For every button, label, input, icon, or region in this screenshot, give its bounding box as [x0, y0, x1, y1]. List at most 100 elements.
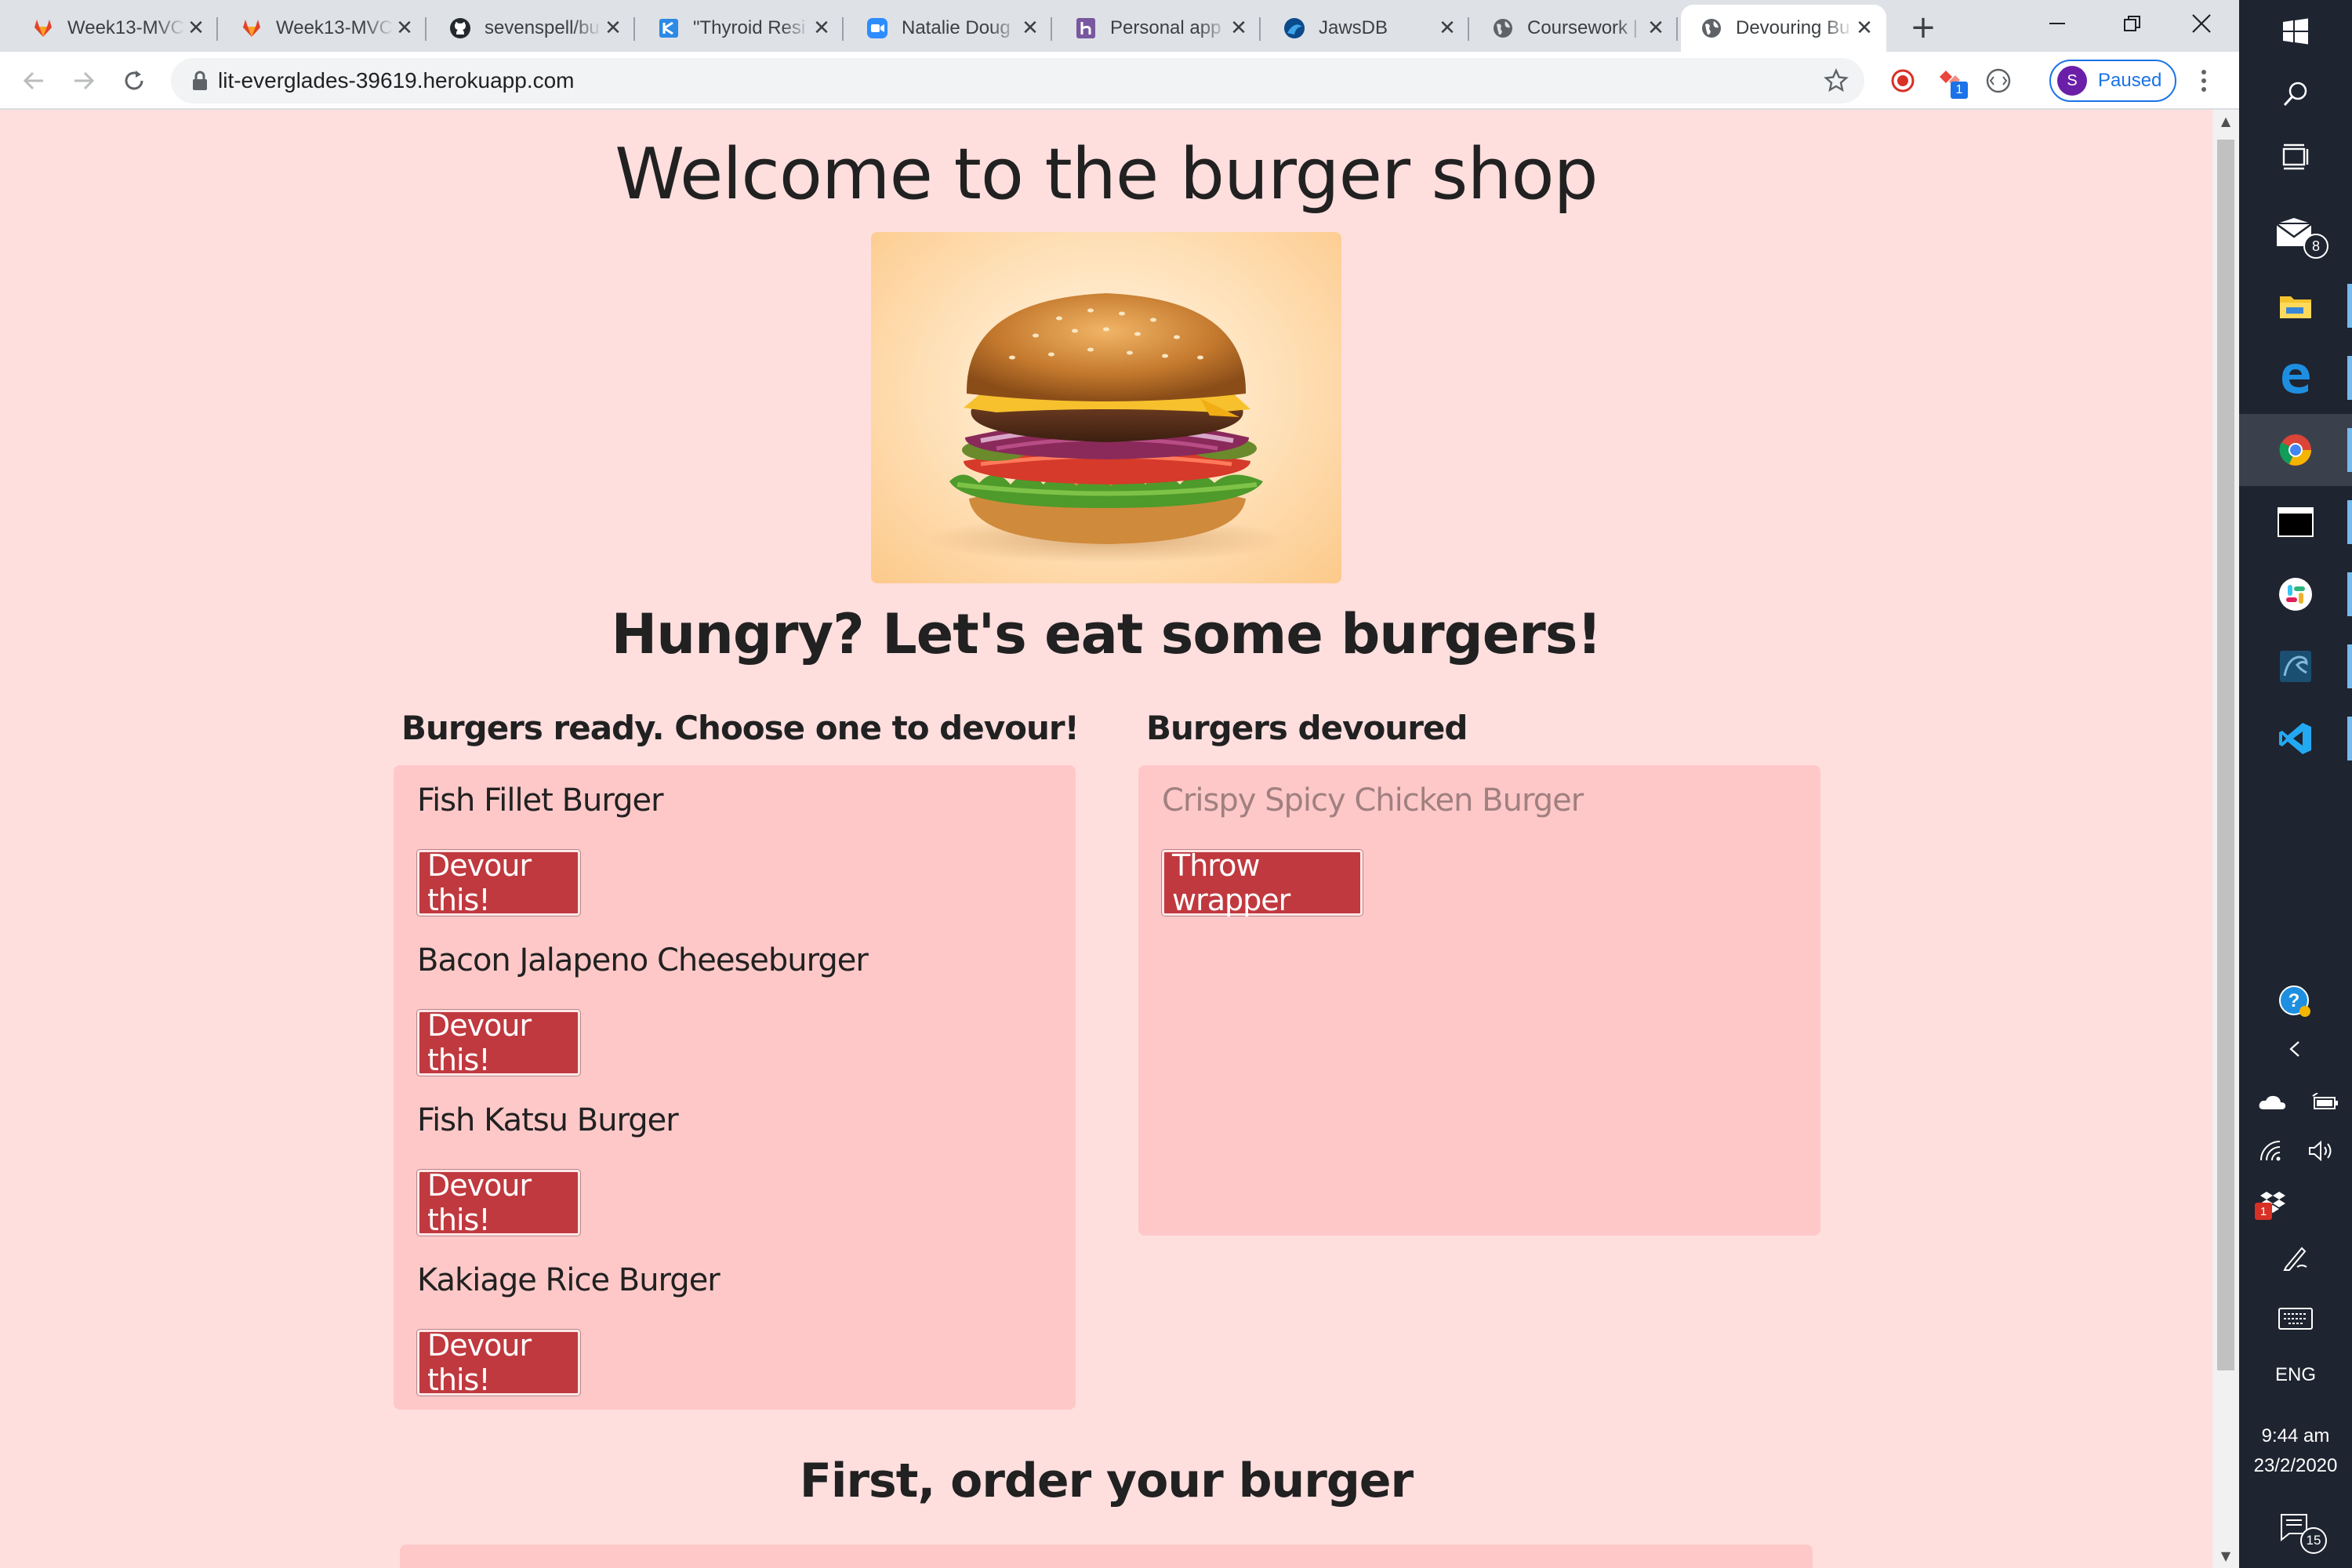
- burger-name: Fish Katsu Burger: [417, 1102, 679, 1138]
- pen-icon[interactable]: [2239, 1234, 2352, 1281]
- file-explorer-icon[interactable]: [2239, 270, 2352, 342]
- terminal-icon[interactable]: [2239, 486, 2352, 558]
- browser-tab[interactable]: Personal app ✕: [1055, 5, 1261, 52]
- globe-icon: [1491, 16, 1515, 40]
- forward-icon[interactable]: [66, 63, 102, 99]
- browser-tab[interactable]: Week13-MVC ✕: [221, 5, 426, 52]
- task-view-icon[interactable]: [2239, 125, 2352, 188]
- new-tab-icon[interactable]: +: [1904, 8, 1943, 47]
- browser-menu-icon[interactable]: [2187, 64, 2220, 97]
- browser-tab[interactable]: Natalie Doug ✕: [847, 5, 1052, 52]
- slack-icon[interactable]: [2239, 558, 2352, 630]
- tab-close-icon[interactable]: ✕: [1853, 17, 1875, 39]
- tab-title: sevenspell/bu: [485, 17, 600, 38]
- tray-row-cloud: [2239, 1082, 2352, 1123]
- devour-button[interactable]: Devour this!: [417, 1328, 580, 1397]
- throw-wrapper-button[interactable]: Throw wrapper: [1162, 848, 1363, 917]
- close-window-icon[interactable]: [2164, 0, 2239, 47]
- wifi-icon[interactable]: [2259, 1140, 2285, 1162]
- scrollbar-thumb[interactable]: [2217, 140, 2234, 1370]
- clock-date[interactable]: 23/2/2020: [2239, 1455, 2352, 1477]
- edge-browser-icon[interactable]: [2239, 342, 2352, 414]
- help-icon[interactable]: ?: [2239, 978, 2352, 1025]
- show-hidden-icons-icon[interactable]: [2239, 1029, 2352, 1069]
- clock-time[interactable]: 9:44 am: [2239, 1425, 2352, 1447]
- zoom-icon: [866, 16, 889, 40]
- tab-title: Week13-MVC: [67, 17, 184, 38]
- browser-tab[interactable]: Week13-MVC ✕: [13, 5, 218, 52]
- scroll-down-arrow-icon[interactable]: ▼: [2212, 1544, 2239, 1568]
- mail-icon[interactable]: 8: [2239, 198, 2352, 270]
- burger-image: [871, 232, 1341, 583]
- extension-record-icon[interactable]: [1886, 64, 1919, 97]
- mysql-workbench-icon[interactable]: [2239, 630, 2352, 702]
- avatar: S: [2057, 66, 2087, 96]
- order-form-panel: [400, 1544, 1813, 1568]
- chrome-icon[interactable]: [2239, 414, 2352, 486]
- language-indicator[interactable]: ENG: [2239, 1364, 2352, 1386]
- tab-title: Devouring Bu: [1736, 17, 1850, 38]
- tab-title: Coursework |: [1527, 17, 1638, 38]
- dropbox-badge: 1: [2255, 1203, 2272, 1220]
- devour-button[interactable]: Devour this!: [417, 1008, 580, 1077]
- back-icon[interactable]: [16, 63, 52, 99]
- browser-tab[interactable]: "Thyroid Resi ✕: [638, 5, 844, 52]
- touch-keyboard-icon[interactable]: [2239, 1295, 2352, 1342]
- browser-tab[interactable]: Coursework | ✕: [1472, 5, 1678, 52]
- extension-badge: 1: [1951, 82, 1968, 99]
- bookmark-star-icon[interactable]: [1824, 68, 1849, 93]
- tab-close-icon[interactable]: ✕: [602, 17, 624, 39]
- tab-close-icon[interactable]: ✕: [1436, 17, 1458, 39]
- windows-start-icon[interactable]: [2239, 0, 2352, 63]
- lock-icon[interactable]: [191, 71, 209, 91]
- scroll-up-arrow-icon[interactable]: ▲: [2212, 110, 2239, 133]
- browser-tab[interactable]: JawsDB ✕: [1264, 5, 1469, 52]
- devour-button[interactable]: Devour this!: [417, 1168, 580, 1237]
- notification-badge: 15: [2300, 1527, 2327, 1554]
- action-center-icon[interactable]: 15: [2239, 1504, 2352, 1554]
- tab-title: Week13-MVC: [276, 17, 393, 38]
- order-heading: First, order your burger: [799, 1454, 1414, 1508]
- onedrive-icon[interactable]: [2258, 1094, 2286, 1111]
- burger-name: Bacon Jalapeno Cheeseburger: [417, 942, 869, 978]
- devour-button[interactable]: Devour this!: [417, 848, 580, 917]
- reload-icon[interactable]: [116, 63, 152, 99]
- github-icon: [448, 16, 472, 40]
- devoured-burgers-panel: Crispy Spicy Chicken Burger Throw wrappe…: [1138, 765, 1820, 1236]
- tab-close-icon[interactable]: ✕: [185, 17, 207, 39]
- address-bar[interactable]: lit-everglades-39619.herokuapp.com: [171, 58, 1864, 103]
- tab-close-icon[interactable]: ✕: [394, 17, 416, 39]
- ready-burgers-heading: Burgers ready. Choose one to devour!: [401, 709, 1080, 747]
- profile-status-label: Paused: [2098, 70, 2162, 91]
- minimize-icon[interactable]: [2020, 0, 2095, 47]
- devoured-burger-name: Crispy Spicy Chicken Burger: [1162, 782, 1584, 818]
- volume-icon[interactable]: [2308, 1140, 2336, 1162]
- windows-taskbar: 8 ? 1 ENG 9:44 am 23/2/2020 15: [2239, 0, 2352, 1568]
- tab-close-icon[interactable]: ✕: [811, 17, 833, 39]
- extension-code-icon[interactable]: [1982, 64, 2015, 97]
- battery-icon[interactable]: [2311, 1093, 2339, 1112]
- tray-row-network: [2239, 1131, 2352, 1171]
- page-viewport: Welcome to the burger shop Hungry? Let's…: [0, 110, 2212, 1568]
- search-icon[interactable]: [2239, 63, 2352, 125]
- ready-burgers-panel: Fish Fillet Burger Devour this! Bacon Ja…: [394, 765, 1076, 1410]
- page-scrollbar[interactable]: ▲ ▼: [2212, 110, 2239, 1568]
- profile-button[interactable]: S Paused: [2049, 60, 2176, 102]
- url-text: lit-everglades-39619.herokuapp.com: [218, 68, 575, 93]
- browser-tab-active[interactable]: Devouring Bu ✕: [1681, 5, 1886, 52]
- tab-close-icon[interactable]: ✕: [1645, 17, 1667, 39]
- burger-name: Fish Fillet Burger: [417, 782, 664, 818]
- gitlab-icon: [240, 16, 263, 40]
- browser-tab[interactable]: sevenspell/bu ✕: [430, 5, 635, 52]
- tab-title: JawsDB: [1319, 17, 1388, 38]
- page-title: Welcome to the burger shop: [615, 133, 1598, 216]
- devoured-burgers-heading: Burgers devoured: [1146, 709, 1468, 747]
- jawsdb-icon: [1283, 16, 1306, 40]
- vscode-icon[interactable]: [2239, 702, 2352, 775]
- tab-close-icon[interactable]: ✕: [1228, 17, 1250, 39]
- heroku-icon: [1074, 16, 1098, 40]
- extension-hook-icon[interactable]: 1: [1933, 64, 1968, 99]
- restore-icon[interactable]: [2095, 0, 2170, 47]
- tab-close-icon[interactable]: ✕: [1019, 17, 1041, 39]
- dropbox-icon[interactable]: 1: [2239, 1182, 2352, 1223]
